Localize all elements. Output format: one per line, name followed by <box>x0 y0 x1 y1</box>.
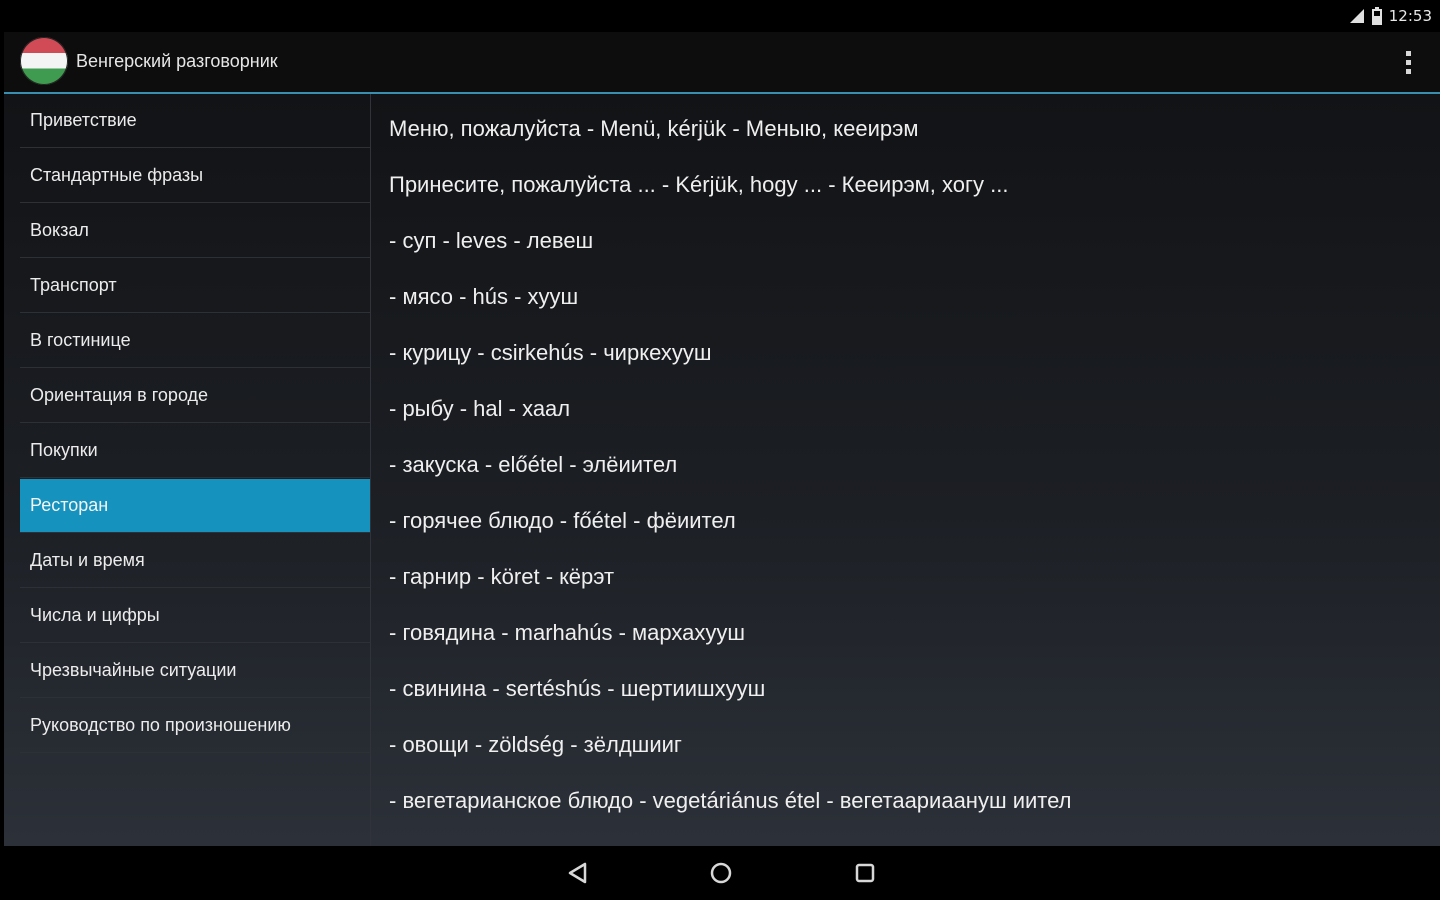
phrase-item: - мясо - hús - хууш <box>389 284 579 309</box>
home-button[interactable] <box>706 858 736 888</box>
phrase-item: - суп - leves - левеш <box>389 228 594 253</box>
phrase-item: - рыбу - hal - хаал <box>389 396 571 421</box>
phrase-item: - говядина - marhahús - мархахууш <box>389 620 745 645</box>
category-sidebar: Приветствие Стандартные фразы Вокзал Тра… <box>20 94 370 846</box>
phrase-item: - свинина - sertéshús - шертиишхууш <box>389 676 766 701</box>
sidebar-item-greeting[interactable]: Приветствие <box>20 94 370 148</box>
recents-icon <box>855 863 875 883</box>
hungary-flag-icon[interactable] <box>20 37 68 85</box>
sidebar-item-emergencies[interactable]: Чрезвычайные ситуации <box>20 644 370 698</box>
sidebar-item-shopping[interactable]: Покупки <box>20 424 370 478</box>
phrase-item: - гарнир - köret - кёрэт <box>389 564 615 589</box>
screen: 12:53 Венгерский разговорник Приветствие… <box>4 0 1440 900</box>
status-icons: 12:53 <box>1349 6 1432 26</box>
sidebar-item-numbers[interactable]: Числа и цифры <box>20 589 370 643</box>
overflow-menu-icon-dot <box>1405 68 1411 74</box>
overflow-menu-button[interactable] <box>1398 46 1418 78</box>
sidebar-item-dates-time[interactable]: Даты и время <box>20 534 370 588</box>
overflow-menu-icon-dot <box>1405 59 1411 65</box>
sidebar-border <box>370 94 371 846</box>
sidebar-item-standard-phrases[interactable]: Стандартные фразы <box>20 149 370 203</box>
phrase-item: - вегетарианское блюдо - vegetáriánus ét… <box>389 788 1072 813</box>
recents-button[interactable] <box>850 858 880 888</box>
status-time: 12:53 <box>1388 7 1432 25</box>
signal-icon <box>1349 9 1364 23</box>
home-icon <box>710 862 732 884</box>
phrase-item: - курицу - csirkehús - чиркехууш <box>389 340 712 365</box>
sidebar-item-hotel[interactable]: В гостинице <box>20 314 370 368</box>
action-bar: Венгерский разговорник <box>4 32 1440 92</box>
back-button[interactable] <box>563 858 593 888</box>
phrase-item: - закуска - előétel - элёиител <box>389 452 678 477</box>
battery-icon <box>1371 7 1382 25</box>
phrase-item: - овощи - zöldség - зёлдшииг <box>389 732 682 757</box>
status-bar: 12:53 <box>4 0 1440 32</box>
phrase-item: Принесите, пожалуйста ... - Kérjük, hogy… <box>389 172 1009 197</box>
sidebar-item-restaurant[interactable]: Ресторан <box>20 479 370 533</box>
phrase-item: - горячее блюдо - főétel - фёиител <box>389 508 736 533</box>
navigation-bar <box>4 846 1440 900</box>
sidebar-item-city-orientation[interactable]: Ориентация в городе <box>20 369 370 423</box>
sidebar-item-station[interactable]: Вокзал <box>20 204 370 258</box>
app-title: Венгерский разговорник <box>76 51 278 71</box>
phrase-item: Меню, пожалуйста - Menü, kérjük - Меныю,… <box>389 116 919 141</box>
content-area: Приветствие Стандартные фразы Вокзал Тра… <box>4 94 1440 846</box>
sidebar-item-transport[interactable]: Транспорт <box>20 259 370 313</box>
back-icon <box>568 862 587 884</box>
overflow-menu-icon <box>1405 50 1411 56</box>
sidebar-item-pronunciation[interactable]: Руководство по произношению <box>20 699 370 753</box>
